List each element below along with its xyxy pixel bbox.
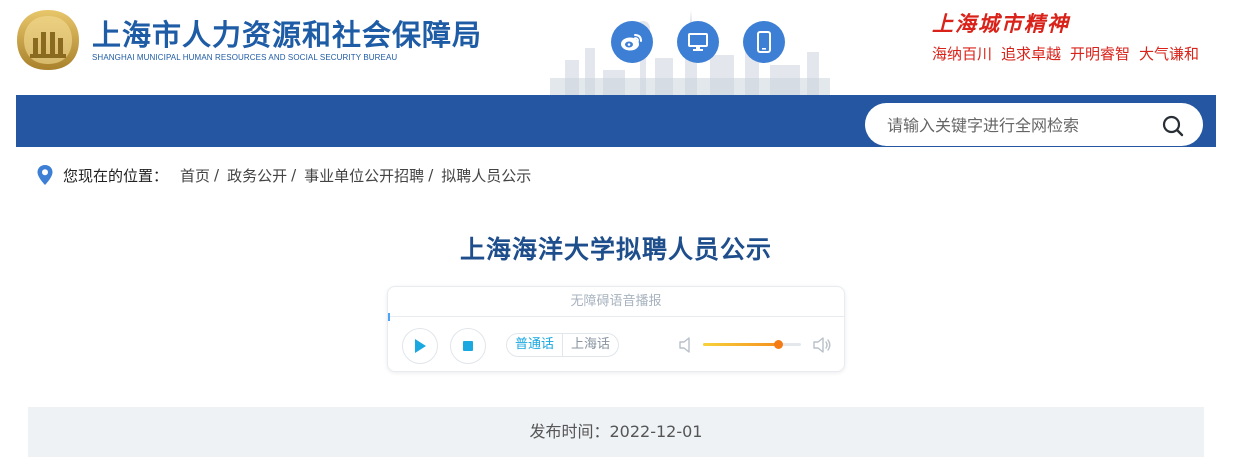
publish-date: 发布时间：2022-12-01 [28,407,1204,457]
player-header: 无障碍语音播报 [388,287,844,317]
bureau-emblem-logo[interactable] [15,8,81,72]
location-pin-icon [37,165,53,185]
breadcrumb-item-current[interactable]: 拟聘人员公示 [441,165,531,186]
city-spirit-word: 追求卓越 [1001,45,1062,63]
play-icon [415,339,426,353]
mobile-icon-button[interactable] [743,21,785,63]
breadcrumb: 您现在的位置： 首页 / 政务公开 / 事业单位公开招聘 / 拟聘人员公示 [36,163,531,187]
volume-low-icon [679,337,690,353]
city-spirit-words: 海纳百川 追求卓越 开明睿智 大气谦和 [932,43,1208,64]
dialect-switch: 普通话 上海话 [506,333,620,357]
volume-fill [703,343,779,346]
breadcrumb-item-home[interactable]: 首页 [180,165,210,186]
weibo-icon [621,34,642,51]
weibo-icon-button[interactable] [611,21,653,63]
stop-icon [463,341,473,351]
breadcrumb-item-gov-affairs[interactable]: 政务公开 [227,165,287,186]
breadcrumb-separator: / [428,166,434,184]
breadcrumb-lead: 您现在的位置： [63,166,169,185]
search-box [865,103,1203,146]
desktop-icon-button[interactable] [677,21,719,63]
desktop-icon [688,33,708,51]
audio-player: 无障碍语音播报 普通话 上海话 [387,286,845,372]
volume-slider[interactable] [703,340,801,349]
city-spirit-word: 大气谦和 [1139,45,1200,63]
breadcrumb-item-recruitment[interactable]: 事业单位公开招聘 [304,165,424,186]
site-header: 上海市人力资源和社会保障局 SHANGHAI MUNICIPAL HUMAN R… [0,0,1247,95]
bureau-name-en: SHANGHAI MUNICIPAL HUMAN RESOURCES AND S… [92,53,398,62]
search-icon[interactable] [1161,114,1185,138]
breadcrumb-separator: / [214,166,220,184]
stop-button[interactable] [450,328,486,364]
page-title: 上海海洋大学拟聘人员公示 [459,235,772,264]
bureau-name-cn[interactable]: 上海市人力资源和社会保障局 [92,12,482,54]
city-spirit-title: 上海城市精神 [932,11,1070,36]
progress-marker[interactable] [388,313,390,321]
mobile-icon [757,31,771,53]
dialect-shanghainese-option[interactable]: 上海话 [562,334,618,356]
city-spirit-word: 海纳百川 [932,45,993,63]
play-button[interactable] [402,328,438,364]
city-spirit-word: 开明睿智 [1070,45,1131,63]
dialect-mandarin-option[interactable]: 普通话 [507,334,562,356]
volume-knob[interactable] [774,340,784,349]
breadcrumb-separator: / [291,166,297,184]
volume-high-icon[interactable] [812,336,832,354]
search-input[interactable] [887,112,1147,138]
